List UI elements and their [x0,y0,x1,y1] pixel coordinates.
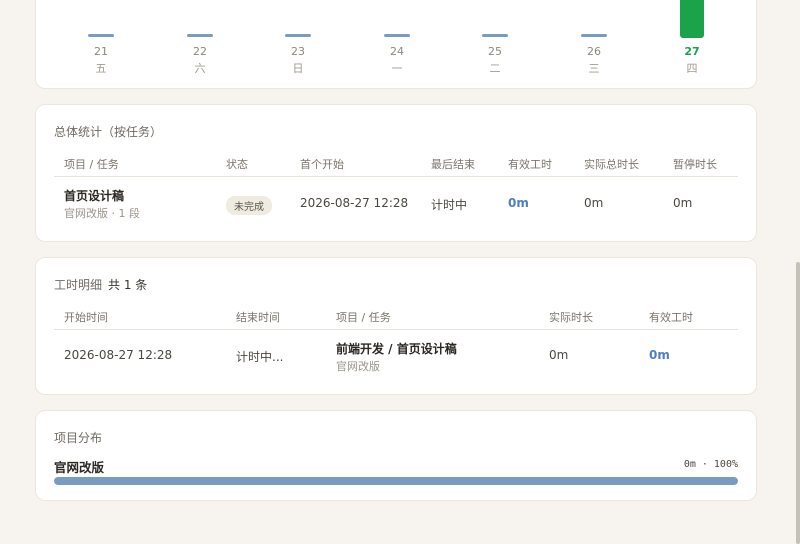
col-header-task: 项目 / 任务 [336,311,391,324]
day-weekday: 五 [95,62,107,75]
col-header-last-end: 最后结束 [431,158,475,171]
summary-card: 总体统计（按任务） 项目 / 任务 状态 首个开始 最后结束 有效工时 实际总时… [35,104,757,242]
effective-time: 0m [508,196,529,210]
col-header-status: 状态 [226,158,248,171]
detail-count: 共 1 条 [108,278,148,292]
entry-project: 官网改版 [336,360,380,373]
distribution-card: 项目分布 官网改版 0m · 100% [35,410,757,501]
day-bar-today [680,0,704,38]
summary-title: 总体统计（按任务） [54,125,163,139]
project-stats: 0m · 100% [683,459,738,470]
col-header-effective: 有效工时 [649,311,693,324]
last-end: 计时中 [431,198,468,212]
col-header-effective: 有效工时 [508,158,552,171]
day-date: 21 [94,45,108,58]
project-progress-fill [54,477,738,485]
detail-title-text: 工时明细 [54,278,103,292]
header-divider [54,329,738,330]
detail-title: 工时明细共 1 条 [54,276,147,293]
day-bar [482,34,508,37]
day-bar [285,34,311,37]
day-weekday: 一 [391,62,403,75]
project-name: 官网改版 [54,460,105,475]
day-weekday: 三 [588,62,600,75]
col-header-actual: 实际时长 [549,311,593,324]
task-sub: 官网改版 · 1 段 [64,207,140,220]
actual-time: 0m [584,196,604,210]
day-date: 27 [684,45,700,58]
day-weekday: 日 [292,62,304,75]
header-divider [54,176,738,177]
day-bar [187,34,213,37]
day-weekday: 二 [489,62,501,75]
day-date: 25 [488,45,502,58]
day-bar [581,34,607,37]
status-badge: 未完成 [226,196,272,215]
day-bar [384,34,410,37]
day-date: 24 [390,45,404,58]
col-header-actual: 实际总时长 [584,158,639,171]
col-header-task: 项目 / 任务 [64,158,119,171]
entry-start: 2026-08-27 12:28 [64,348,173,362]
distribution-title: 项目分布 [54,431,103,445]
paused-time: 0m [673,196,693,210]
col-header-start: 开始时间 [64,311,108,324]
week-chart-card: 21 五 22 六 23 日 24 一 25 二 26 三 27 四 [35,0,757,89]
project-progress-track [54,477,738,485]
detail-card: 工时明细共 1 条 开始时间 结束时间 项目 / 任务 实际时长 有效工时 20… [35,257,757,395]
col-header-paused: 暂停时长 [673,158,717,171]
scrollbar[interactable] [796,262,800,544]
entry-end: 计时中... [236,350,284,364]
task-name[interactable]: 首页设计稿 [64,187,124,204]
entry-effective: 0m [649,348,670,362]
day-weekday: 四 [686,62,698,75]
day-date: 23 [291,45,305,58]
first-start: 2026-08-27 12:28 [300,196,409,210]
day-date: 22 [193,45,207,58]
entry-actual: 0m [549,348,569,362]
day-bar [88,34,114,37]
col-header-end: 结束时间 [236,311,280,324]
col-header-first-start: 首个开始 [300,158,344,171]
entry-task[interactable]: 前端开发 / 首页设计稿 [336,340,457,357]
day-weekday: 六 [194,62,206,75]
day-date: 26 [587,45,601,58]
